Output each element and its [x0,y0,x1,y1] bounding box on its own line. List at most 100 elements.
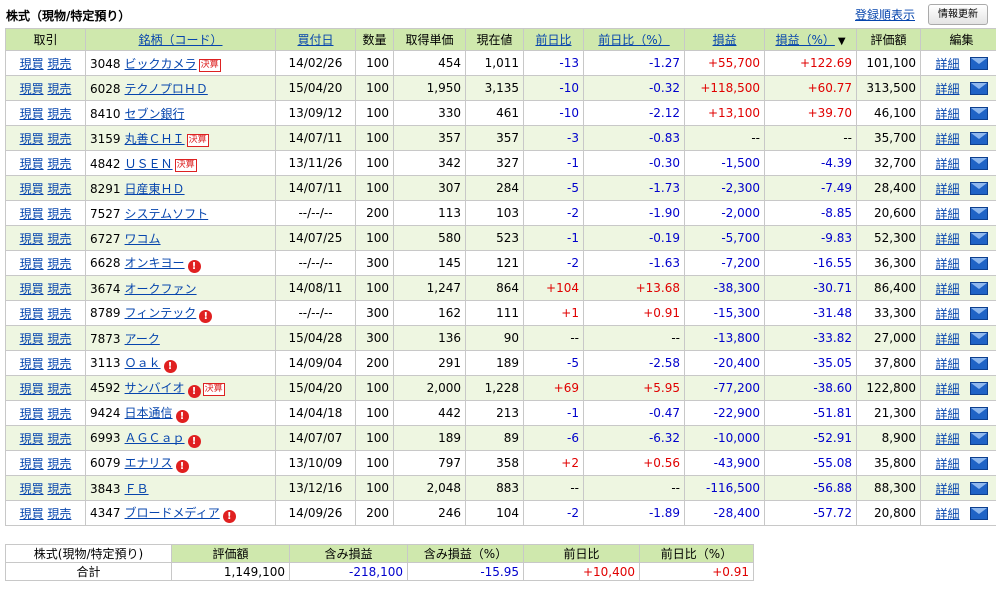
stock-name-link[interactable]: ブロードメディア [125,506,220,520]
buy-link[interactable]: 現買 [20,207,44,221]
mail-icon[interactable] [969,356,988,370]
buy-link[interactable]: 現買 [20,182,44,196]
buy-link[interactable]: 現買 [20,232,44,246]
sort-pl-link[interactable]: 損益 [712,33,736,47]
detail-link[interactable]: 詳細 [935,457,959,471]
col-pl-pct[interactable]: 損益（%） ▼ [764,28,857,51]
sell-link[interactable]: 現売 [47,457,71,471]
mail-icon[interactable] [969,306,988,320]
alert-icon[interactable]: ! [187,384,201,398]
stock-name-link[interactable]: ビックカメラ [125,57,197,71]
detail-link[interactable]: 詳細 [935,382,959,396]
mail-icon[interactable] [969,181,988,195]
buy-link[interactable]: 現買 [20,407,44,421]
sell-link[interactable]: 現売 [47,182,71,196]
detail-link[interactable]: 詳細 [935,132,959,146]
sort-date-link[interactable]: 買付日 [297,33,333,47]
sell-link[interactable]: 現売 [47,332,71,346]
sell-link[interactable]: 現売 [47,382,71,396]
sort-change-link[interactable]: 前日比 [535,33,571,47]
stock-name-link[interactable]: テクノプロＨＤ [125,82,208,96]
mail-icon[interactable] [969,256,988,270]
mail-icon[interactable] [969,81,988,95]
col-change-pct[interactable]: 前日比（%） [583,28,685,51]
buy-link[interactable]: 現買 [20,257,44,271]
stock-name-link[interactable]: ワコム [125,232,161,246]
stock-name-link[interactable]: アーク [125,332,160,346]
mail-icon[interactable] [969,456,988,470]
sell-link[interactable]: 現売 [47,132,71,146]
registration-order-link[interactable]: 登録順表示 [855,6,915,23]
sell-link[interactable]: 現売 [47,507,71,521]
buy-link[interactable]: 現買 [20,57,44,71]
stock-name-link[interactable]: 丸善ＣＨＩ [125,132,185,146]
detail-link[interactable]: 詳細 [935,257,959,271]
buy-link[interactable]: 現買 [20,457,44,471]
sell-link[interactable]: 現売 [47,107,71,121]
stock-name-link[interactable]: システムソフト [125,207,209,221]
sell-link[interactable]: 現売 [47,282,71,296]
alert-icon[interactable]: ! [222,509,236,523]
stock-name-link[interactable]: ＦＢ [125,482,149,496]
buy-link[interactable]: 現買 [20,332,44,346]
col-name[interactable]: 銘柄（コード） [85,28,276,51]
mail-icon[interactable] [969,56,988,70]
mail-icon[interactable] [969,231,988,245]
buy-link[interactable]: 現買 [20,307,44,321]
detail-link[interactable]: 詳細 [935,407,959,421]
stock-name-link[interactable]: ＵＳＥＮ [125,157,173,171]
sell-link[interactable]: 現売 [47,57,71,71]
sell-link[interactable]: 現売 [47,307,71,321]
detail-link[interactable]: 詳細 [935,432,959,446]
stock-name-link[interactable]: エナリス [125,456,173,470]
alert-icon[interactable]: ! [163,359,177,373]
detail-link[interactable]: 詳細 [935,157,959,171]
alert-icon[interactable]: ! [187,259,201,273]
sell-link[interactable]: 現売 [47,232,71,246]
detail-link[interactable]: 詳細 [935,207,959,221]
col-change[interactable]: 前日比 [523,28,584,51]
sell-link[interactable]: 現売 [47,432,71,446]
detail-link[interactable]: 詳細 [935,482,959,496]
stock-name-link[interactable]: サンバイオ [125,381,185,395]
mail-icon[interactable] [969,406,988,420]
stock-name-link[interactable]: 日本通信 [125,406,173,420]
detail-link[interactable]: 詳細 [935,282,959,296]
sell-link[interactable]: 現売 [47,357,71,371]
sell-link[interactable]: 現売 [47,257,71,271]
mail-icon[interactable] [969,331,988,345]
mail-icon[interactable] [969,381,988,395]
detail-link[interactable]: 詳細 [935,232,959,246]
mail-icon[interactable] [969,506,988,520]
mail-icon[interactable] [969,106,988,120]
buy-link[interactable]: 現買 [20,82,44,96]
alert-icon[interactable]: ! [175,459,189,473]
buy-link[interactable]: 現買 [20,382,44,396]
mail-icon[interactable] [969,156,988,170]
detail-link[interactable]: 詳細 [935,57,959,71]
sell-link[interactable]: 現売 [47,482,71,496]
buy-link[interactable]: 現買 [20,432,44,446]
col-pl[interactable]: 損益 [684,28,765,51]
stock-name-link[interactable]: オークファン [125,282,197,296]
detail-link[interactable]: 詳細 [935,307,959,321]
mail-icon[interactable] [969,431,988,445]
mail-icon[interactable] [969,206,988,220]
refresh-button[interactable]: 情報更新 [928,4,988,25]
mail-icon[interactable] [969,281,988,295]
stock-name-link[interactable]: Ｏａｋ [125,356,161,370]
sort-pl-pct-link[interactable]: 損益（%） [775,33,834,47]
alert-icon[interactable]: ! [175,409,189,423]
mail-icon[interactable] [969,481,988,495]
detail-link[interactable]: 詳細 [935,332,959,346]
detail-link[interactable]: 詳細 [935,182,959,196]
stock-name-link[interactable]: フィンテック [125,306,197,320]
buy-link[interactable]: 現買 [20,107,44,121]
sort-name-link[interactable]: 銘柄（コード） [138,33,222,47]
buy-link[interactable]: 現買 [20,482,44,496]
detail-link[interactable]: 詳細 [935,107,959,121]
stock-name-link[interactable]: 日産東ＨＤ [125,182,185,196]
detail-link[interactable]: 詳細 [935,82,959,96]
detail-link[interactable]: 詳細 [935,357,959,371]
buy-link[interactable]: 現買 [20,132,44,146]
